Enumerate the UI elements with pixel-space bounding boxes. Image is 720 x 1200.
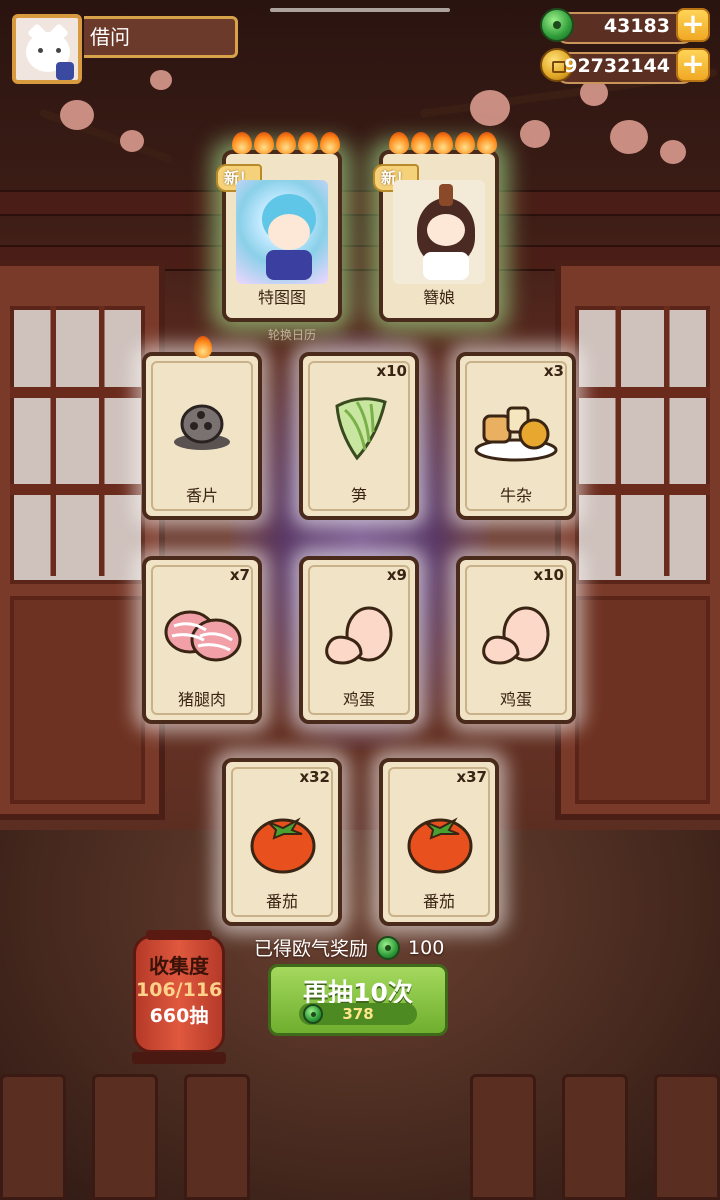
player-name[interactable]: 借问 (84, 16, 238, 58)
item-name: 猪腿肉 (177, 690, 226, 709)
flame-icon (194, 336, 212, 358)
fence-post (0, 1074, 66, 1200)
collection-draws: 660抽 (149, 1005, 209, 1027)
item-name: 鸡蛋 (342, 690, 375, 709)
rotate-calendar-label[interactable]: 轮换日历 (240, 326, 344, 343)
fence-post (184, 1074, 250, 1200)
item-count: x10 (376, 362, 407, 380)
item-card[interactable]: x32 番茄 (222, 758, 342, 926)
character-hairpin (439, 184, 453, 206)
character-body (423, 252, 469, 280)
pork-icon (164, 610, 242, 662)
egg-icon (325, 606, 393, 665)
blossom (520, 120, 550, 148)
item-count: x10 (533, 566, 564, 584)
left-lattice-window (0, 260, 165, 820)
egg-icon (482, 606, 550, 665)
tomato-icon (250, 817, 316, 874)
item-count: x37 (456, 768, 487, 786)
item-card[interactable]: x7 猪腿肉 (142, 556, 262, 724)
star-flames (389, 132, 499, 156)
item-count: x9 (386, 566, 407, 584)
gold-value: 92732144 (564, 55, 670, 77)
blossom (660, 140, 686, 164)
item-card[interactable]: x9 鸡蛋 (299, 556, 419, 724)
blossom (120, 130, 144, 152)
character-portrait (393, 180, 485, 284)
character-body (266, 250, 312, 280)
fence-post (654, 1074, 720, 1200)
roof-beam (0, 190, 720, 216)
jade-coin-icon (376, 935, 401, 960)
avatar-eye (56, 48, 61, 53)
add-gold-button[interactable]: + (676, 48, 710, 82)
character-name: 簪娘 (422, 288, 455, 307)
blossom (60, 100, 94, 130)
item-name: 香片 (185, 486, 218, 505)
item-name: 番茄 (265, 892, 298, 911)
drag-handle[interactable] (270, 8, 450, 12)
player-avatar[interactable] (12, 14, 82, 84)
item-card[interactable]: x10 笋 (299, 352, 419, 520)
blossom (470, 90, 510, 126)
fence-post (562, 1074, 628, 1200)
fence-post (92, 1074, 158, 1200)
avatar-accessory (56, 62, 74, 80)
featured-card[interactable]: 新！ 特图图 (216, 132, 342, 322)
draw-cost: 378 (299, 1003, 417, 1025)
luck-reward: 已得欧气奖励 100 (254, 934, 444, 961)
draw-again-button[interactable]: 再抽10次 378 (268, 964, 448, 1036)
jade-currency-bar: 43183 + (540, 8, 710, 44)
item-count: x7 (229, 566, 250, 584)
featured-card[interactable]: 新！ 簪娘 (373, 132, 499, 322)
item-card[interactable]: x37 番茄 (379, 758, 499, 926)
collection-title: 收集度 (149, 954, 209, 978)
collection-progress: 106/116 (136, 979, 223, 1001)
blossom (610, 120, 648, 154)
avatar-eye (38, 48, 43, 53)
character-face (427, 214, 465, 246)
blossom (150, 70, 172, 90)
gold-currency-bar: 92732144 + (540, 48, 710, 84)
item-card[interactable]: 香片 (142, 336, 262, 520)
item-count: x32 (299, 768, 330, 786)
reward-value: 100 (408, 936, 445, 959)
tomato-icon (407, 817, 473, 874)
jade-coin-icon (540, 8, 574, 42)
lantern-cap (146, 930, 212, 940)
item-name: 鸡蛋 (499, 690, 532, 709)
item-count: x3 (543, 362, 564, 380)
character-face (268, 214, 310, 250)
item-name: 番茄 (422, 892, 455, 911)
right-lattice-window (555, 260, 720, 820)
item-card[interactable]: x10 鸡蛋 (456, 556, 576, 724)
beef-offal-icon (474, 406, 558, 462)
character-portrait (236, 180, 328, 284)
item-name: 笋 (350, 486, 367, 505)
character-name: 特图图 (257, 288, 306, 307)
reward-label: 已得欧气奖励 (254, 938, 369, 960)
item-name: 牛杂 (499, 486, 532, 505)
fence-post (470, 1074, 536, 1200)
item-card[interactable]: x3 牛杂 (456, 352, 576, 520)
branch (38, 108, 173, 164)
bamboo-shoot-icon (335, 397, 387, 461)
jade-coin-icon (303, 1004, 323, 1024)
lantern-foot (132, 1052, 226, 1064)
collection-lantern[interactable]: 收集度 106/116 660抽 (132, 930, 226, 1064)
draw-cost-value: 378 (342, 1005, 374, 1023)
jade-value: 43183 (603, 15, 670, 37)
incense-icon (174, 404, 230, 450)
add-jade-button[interactable]: + (676, 8, 710, 42)
star-flames (232, 132, 342, 156)
